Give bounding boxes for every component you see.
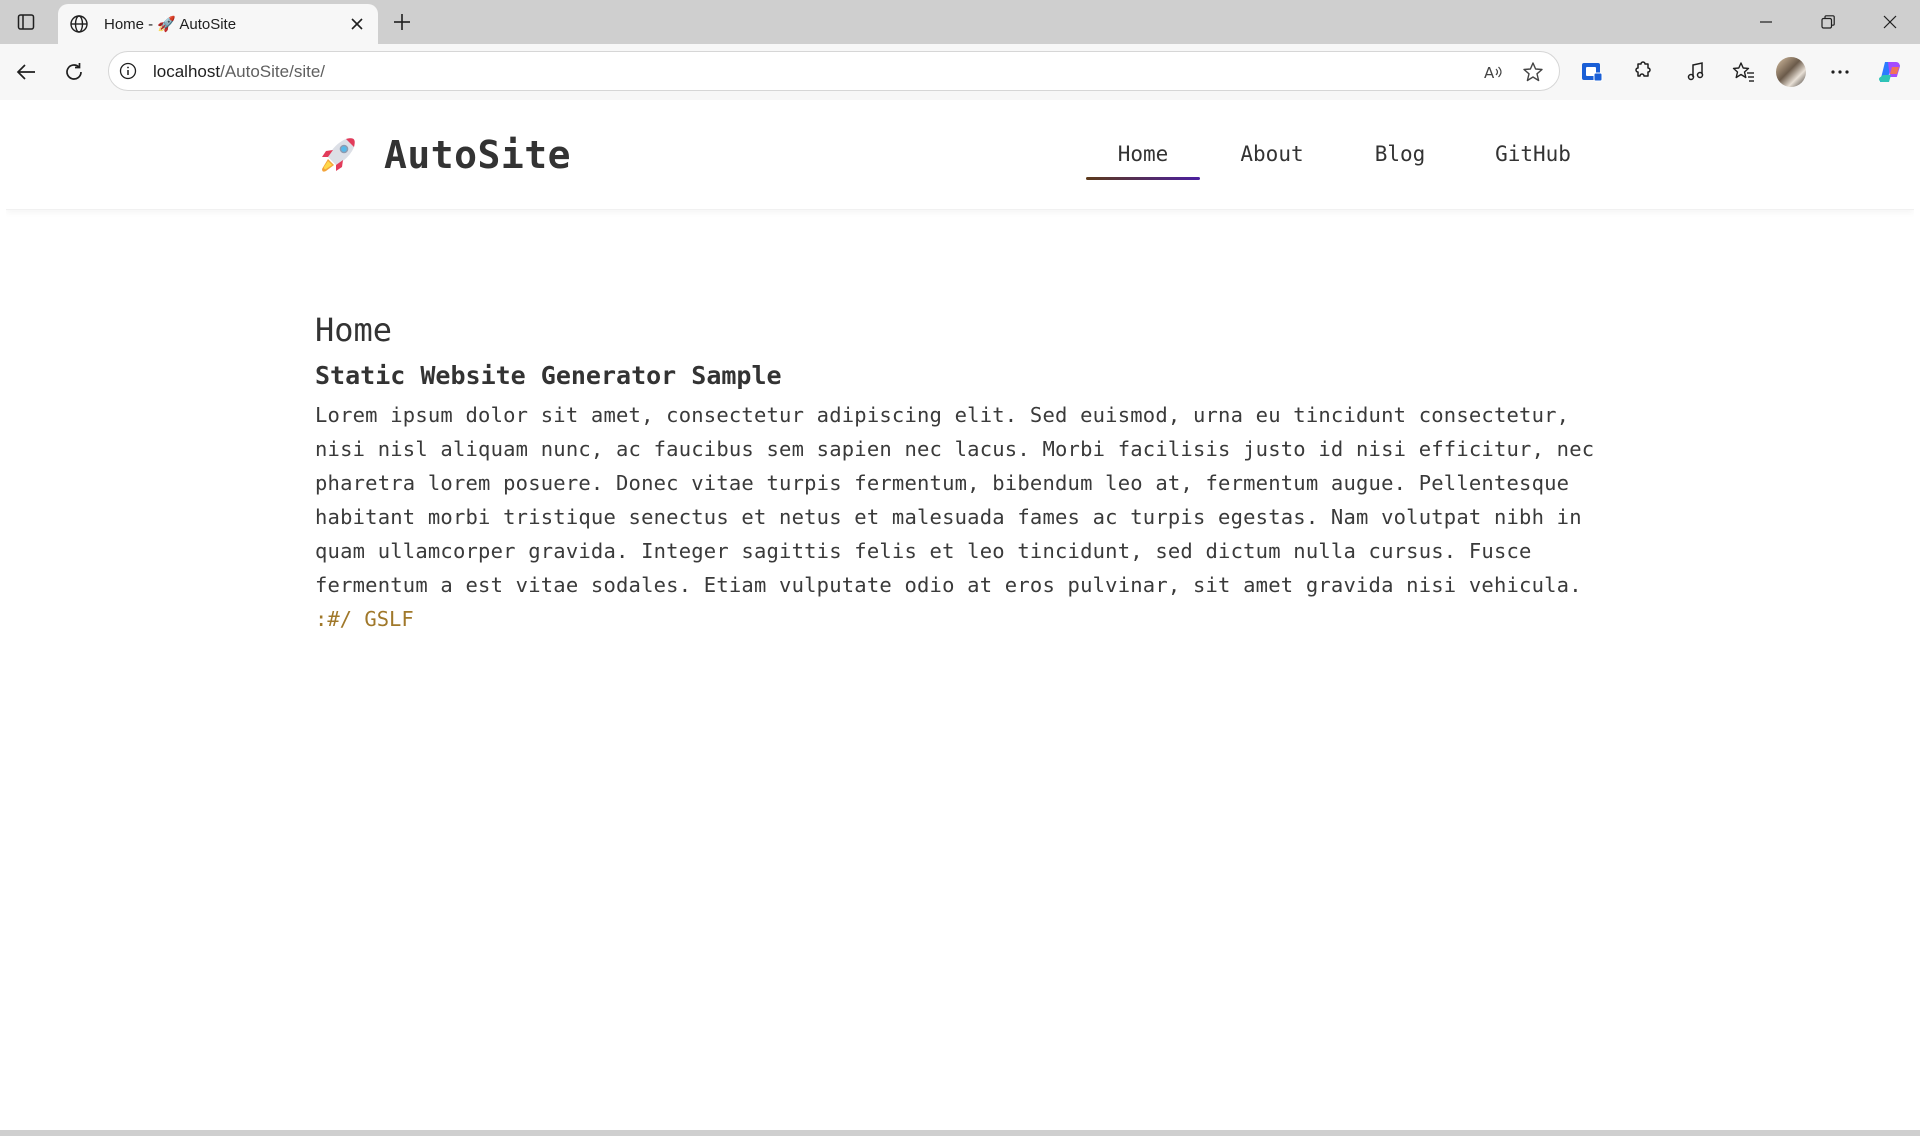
minimize-icon[interactable] — [1754, 10, 1778, 34]
rocket-icon — [322, 138, 355, 172]
page-subtitle: Static Website Generator Sample — [315, 361, 782, 390]
nav-item-blog[interactable]: Blog — [1370, 138, 1430, 178]
nav-item-home[interactable]: Home — [1086, 138, 1200, 180]
globe-icon — [68, 13, 90, 35]
url-text[interactable]: localhost/AutoSite/site/ — [153, 62, 325, 82]
music-note-icon[interactable] — [1682, 58, 1710, 86]
more-icon[interactable] — [1826, 58, 1854, 86]
tab-actions-icon[interactable] — [14, 10, 38, 34]
page-title: Home — [315, 311, 393, 349]
info-icon[interactable] — [117, 60, 139, 82]
puzzle-icon[interactable] — [1628, 58, 1656, 86]
tab-close-icon[interactable] — [346, 13, 368, 35]
refresh-icon[interactable] — [60, 58, 88, 86]
window-bottom-border — [0, 1130, 1920, 1136]
site-header: AutoSite Home About Blog GitHub — [6, 100, 1914, 210]
svg-text:A: A — [1484, 64, 1495, 82]
browser-toolbar: localhost/AutoSite/site/ A — [0, 44, 1920, 100]
favorites-icon[interactable] — [1730, 58, 1758, 86]
page-viewport: AutoSite Home About Blog GitHub Home Sta… — [6, 100, 1914, 1130]
back-arrow-icon[interactable] — [12, 58, 40, 86]
read-aloud-icon[interactable]: A — [1481, 60, 1505, 84]
tab-title: Home - 🚀 AutoSite — [104, 16, 237, 33]
site-brand[interactable]: AutoSite — [316, 130, 571, 180]
signature-text: :#/ GSLF — [315, 607, 414, 631]
url-path: /AutoSite/site/ — [220, 62, 325, 81]
url-host: localhost — [153, 62, 221, 81]
browser-tab[interactable]: Home - 🚀 AutoSite — [58, 4, 378, 44]
nav-item-about[interactable]: About — [1232, 138, 1312, 178]
avatar[interactable] — [1776, 57, 1806, 87]
close-icon[interactable] — [1878, 10, 1902, 34]
site-name: AutoSite — [384, 133, 572, 177]
copilot-icon[interactable] — [1876, 58, 1904, 86]
shield-extension-icon[interactable] — [1578, 58, 1606, 86]
address-bar[interactable]: localhost/AutoSite/site/ A — [108, 51, 1560, 91]
nav-item-github[interactable]: GitHub — [1490, 138, 1576, 178]
star-icon[interactable] — [1521, 60, 1545, 84]
restore-icon[interactable] — [1816, 10, 1840, 34]
plus-icon[interactable] — [390, 10, 414, 34]
main-content: Home Static Website Generator Sample Lor… — [315, 310, 1605, 636]
body-paragraph: Lorem ipsum dolor sit amet, consectetur … — [315, 403, 1595, 597]
tab-strip: Home - 🚀 AutoSite — [0, 0, 1920, 44]
